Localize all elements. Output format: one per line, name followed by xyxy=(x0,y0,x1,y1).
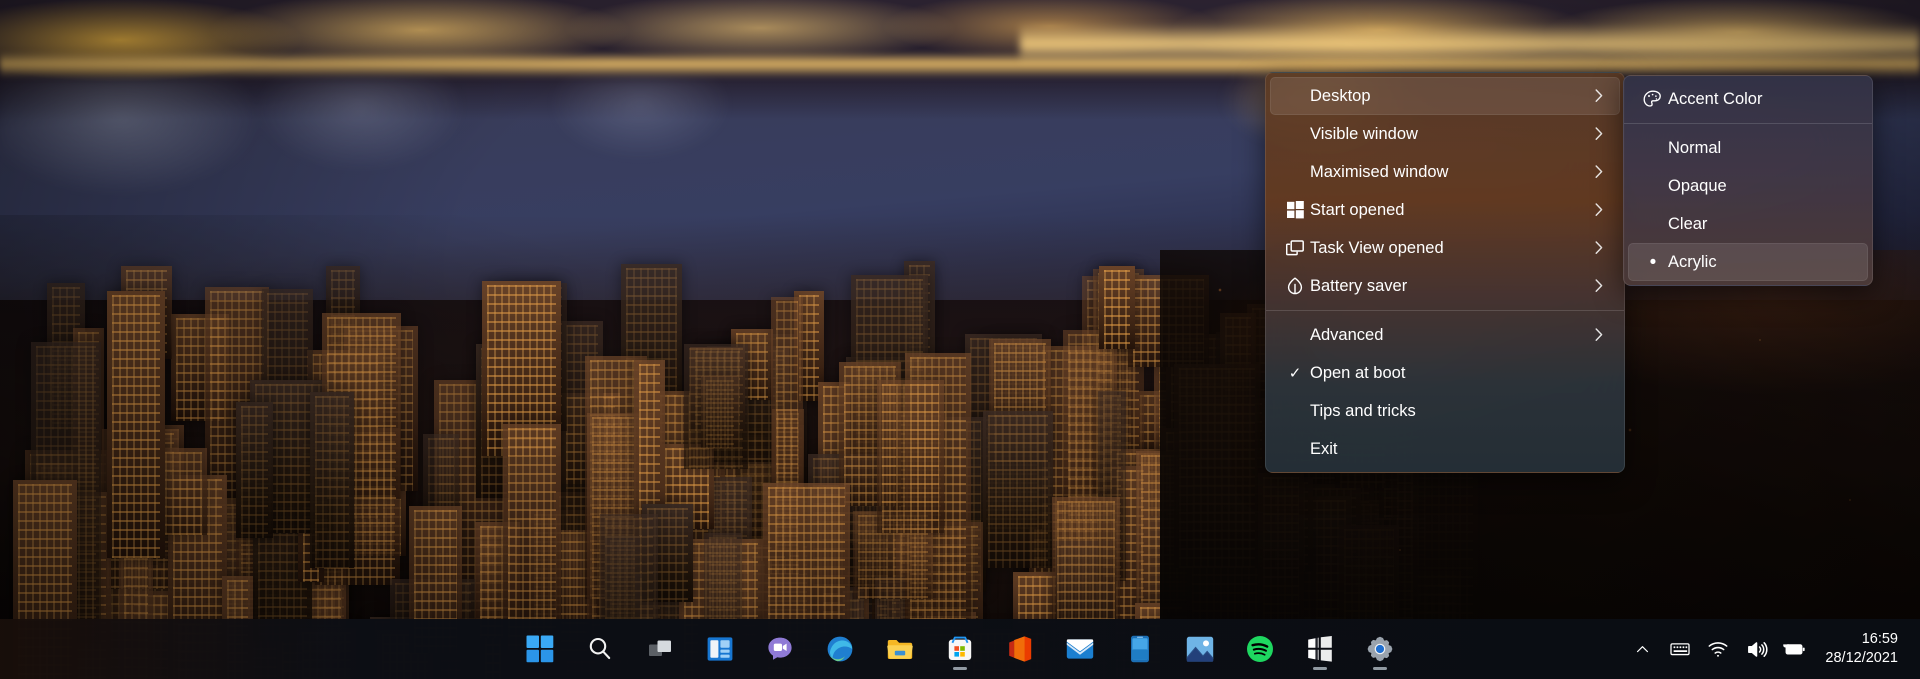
phone-link-button[interactable] xyxy=(1118,627,1162,671)
menu-item-label: Desktop xyxy=(1310,86,1371,105)
menu-item-label: Visible window xyxy=(1310,124,1418,143)
menu-item-label: Tips and tricks xyxy=(1310,401,1416,420)
translucenttb-button[interactable] xyxy=(1298,627,1342,671)
volume-icon[interactable] xyxy=(1737,627,1775,671)
show-hidden-icons-button[interactable] xyxy=(1623,627,1661,671)
chevron-right-icon xyxy=(1588,126,1610,142)
settings-button[interactable] xyxy=(1358,627,1402,671)
chevron-right-icon xyxy=(1588,278,1610,294)
submenu-item-accent-color[interactable]: Accent Color xyxy=(1624,80,1872,118)
submenu-item-clear[interactable]: Clear xyxy=(1624,205,1872,243)
menu-item-label: Open at boot xyxy=(1310,363,1406,382)
tray-context-menu[interactable]: Desktop Visible window Maximised window St… xyxy=(1265,72,1625,473)
battery-icon[interactable] xyxy=(1775,627,1813,671)
submenu-item-label: Acrylic xyxy=(1668,252,1717,271)
spotify-button[interactable] xyxy=(1238,627,1282,671)
running-indicator xyxy=(953,667,967,670)
taskbar-app-area xyxy=(518,627,1402,671)
menu-item-desktop[interactable]: Desktop xyxy=(1270,77,1620,115)
radio-selected-icon: • xyxy=(1649,251,1657,273)
menu-item-label: Exit xyxy=(1310,439,1338,458)
start-button[interactable] xyxy=(518,627,562,671)
menu-item-visible-window[interactable]: Visible window xyxy=(1266,115,1624,153)
edge-button[interactable] xyxy=(818,627,862,671)
menu-item-label: Advanced xyxy=(1310,325,1384,344)
chevron-right-icon xyxy=(1588,202,1610,218)
chevron-right-icon xyxy=(1588,164,1610,180)
task-view-button[interactable] xyxy=(638,627,682,671)
palette-icon xyxy=(1638,90,1668,108)
checkmark-icon: ✓ xyxy=(1288,364,1302,382)
taskbar[interactable]: 16:59 28/12/2021 xyxy=(0,619,1920,679)
menu-item-label: Battery saver xyxy=(1310,276,1408,295)
chevron-right-icon xyxy=(1588,327,1610,343)
chat-button[interactable] xyxy=(758,627,802,671)
running-indicator xyxy=(1373,667,1387,670)
photos-button[interactable] xyxy=(1178,627,1222,671)
menu-item-open-at-boot[interactable]: ✓ Open at boot xyxy=(1266,354,1624,392)
submenu-item-opaque[interactable]: Opaque xyxy=(1624,167,1872,205)
submenu-item-label: Clear xyxy=(1668,214,1708,233)
keyboard-icon[interactable] xyxy=(1661,627,1699,671)
submenu-item-label: Normal xyxy=(1668,138,1722,157)
office-button[interactable] xyxy=(998,627,1042,671)
file-explorer-button[interactable] xyxy=(878,627,922,671)
menu-item-label: Start opened xyxy=(1310,200,1405,219)
menu-separator xyxy=(1624,123,1872,124)
clock-time: 16:59 xyxy=(1861,631,1898,647)
store-button[interactable] xyxy=(938,627,982,671)
menu-item-task-view-opened[interactable]: Task View opened xyxy=(1266,229,1624,267)
submenu-item-label: Accent Color xyxy=(1668,89,1763,108)
menu-item-advanced[interactable]: Advanced xyxy=(1266,316,1624,354)
chevron-right-icon xyxy=(1588,240,1610,256)
submenu-item-normal[interactable]: Normal xyxy=(1624,129,1872,167)
running-indicator xyxy=(1313,667,1327,670)
windows-icon xyxy=(1280,201,1310,219)
submenu-item-label: Opaque xyxy=(1668,176,1727,195)
menu-item-label: Task View opened xyxy=(1310,238,1444,257)
leaf-icon xyxy=(1280,277,1310,295)
chevron-right-icon xyxy=(1588,88,1610,104)
desktop-appearance-submenu[interactable]: Accent Color Normal Opaque Clear • Acrylic xyxy=(1623,75,1873,286)
menu-item-tips-and-tricks[interactable]: Tips and tricks xyxy=(1266,392,1624,430)
search-button[interactable] xyxy=(578,627,622,671)
menu-item-maximised-window[interactable]: Maximised window xyxy=(1266,153,1624,191)
menu-item-label: Maximised window xyxy=(1310,162,1449,181)
task-view-icon xyxy=(1280,240,1310,256)
clock[interactable]: 16:59 28/12/2021 xyxy=(1813,630,1908,668)
menu-item-battery-saver[interactable]: Battery saver xyxy=(1266,267,1624,305)
menu-separator xyxy=(1266,310,1624,311)
mail-button[interactable] xyxy=(1058,627,1102,671)
wifi-icon[interactable] xyxy=(1699,627,1737,671)
menu-item-exit[interactable]: Exit xyxy=(1266,430,1624,468)
system-tray[interactable]: 16:59 28/12/2021 xyxy=(1623,619,1920,679)
menu-item-start-opened[interactable]: Start opened xyxy=(1266,191,1624,229)
clock-date: 28/12/2021 xyxy=(1825,650,1898,666)
submenu-item-acrylic[interactable]: • Acrylic xyxy=(1628,243,1868,281)
widgets-button[interactable] xyxy=(698,627,742,671)
